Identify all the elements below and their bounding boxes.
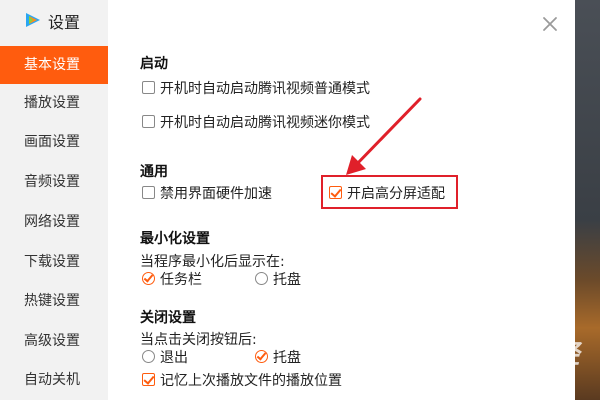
annotation-arrow-icon (346, 97, 422, 175)
app-title: 设置 (48, 13, 81, 32)
sidebar-item-auto-shutdown[interactable]: 自动关机 (0, 361, 108, 399)
close-tray-label: 托盘 (273, 350, 301, 366)
startup-normal-mode-checkbox[interactable] (142, 81, 155, 94)
section-title-startup: 启动 (140, 56, 168, 72)
disable-hw-accel-checkbox[interactable] (142, 186, 155, 199)
sidebar: 设置 基本设置 播放设置 画面设置 音频设置 网络设置 下载设置 热键设置 高级… (0, 0, 108, 400)
app-header: 设置 (0, 0, 108, 40)
disable-hw-accel-label: 禁用界面硬件加速 (160, 186, 272, 202)
minimize-tray-radio[interactable] (255, 272, 268, 285)
section-title-minimize: 最小化设置 (140, 231, 210, 247)
close-exit-radio[interactable] (142, 350, 155, 363)
sidebar-item-download[interactable]: 下载设置 (0, 243, 108, 281)
sidebar-item-display[interactable]: 画面设置 (0, 123, 108, 161)
minimize-prompt: 当程序最小化后显示在: (140, 254, 285, 270)
section-title-close: 关闭设置 (140, 310, 196, 326)
sidebar-item-audio[interactable]: 音频设置 (0, 163, 108, 201)
close-prompt: 当点击关闭按钮后: (140, 332, 257, 348)
startup-mini-mode-label: 开机时自动启动腾讯视频迷你模式 (160, 115, 370, 131)
startup-normal-mode-label: 开机时自动启动腾讯视频普通模式 (160, 81, 370, 97)
sidebar-item-network[interactable]: 网络设置 (0, 203, 108, 241)
sidebar-item-advanced[interactable]: 高级设置 (0, 322, 108, 360)
minimize-taskbar-radio[interactable] (142, 272, 155, 285)
minimize-tray-label: 托盘 (273, 272, 301, 288)
sidebar-item-basic[interactable]: 基本设置 (0, 46, 108, 84)
tencent-video-logo-icon (26, 13, 40, 27)
close-icon[interactable] (540, 14, 560, 34)
minimize-taskbar-label: 任务栏 (160, 272, 202, 288)
remember-position-label: 记忆上次播放文件的播放位置 (160, 373, 342, 389)
section-title-general: 通用 (140, 164, 168, 180)
close-exit-label: 退出 (160, 350, 188, 366)
close-tray-radio[interactable] (255, 350, 268, 363)
remember-position-checkbox[interactable] (142, 373, 155, 386)
sidebar-item-hotkeys[interactable]: 热键设置 (0, 282, 108, 320)
watermark-url: jingyan.baidu.com (466, 370, 568, 383)
annotation-highlight-box (321, 175, 458, 209)
startup-mini-mode-checkbox[interactable] (142, 115, 155, 128)
sidebar-item-playback[interactable]: 播放设置 (0, 84, 108, 122)
